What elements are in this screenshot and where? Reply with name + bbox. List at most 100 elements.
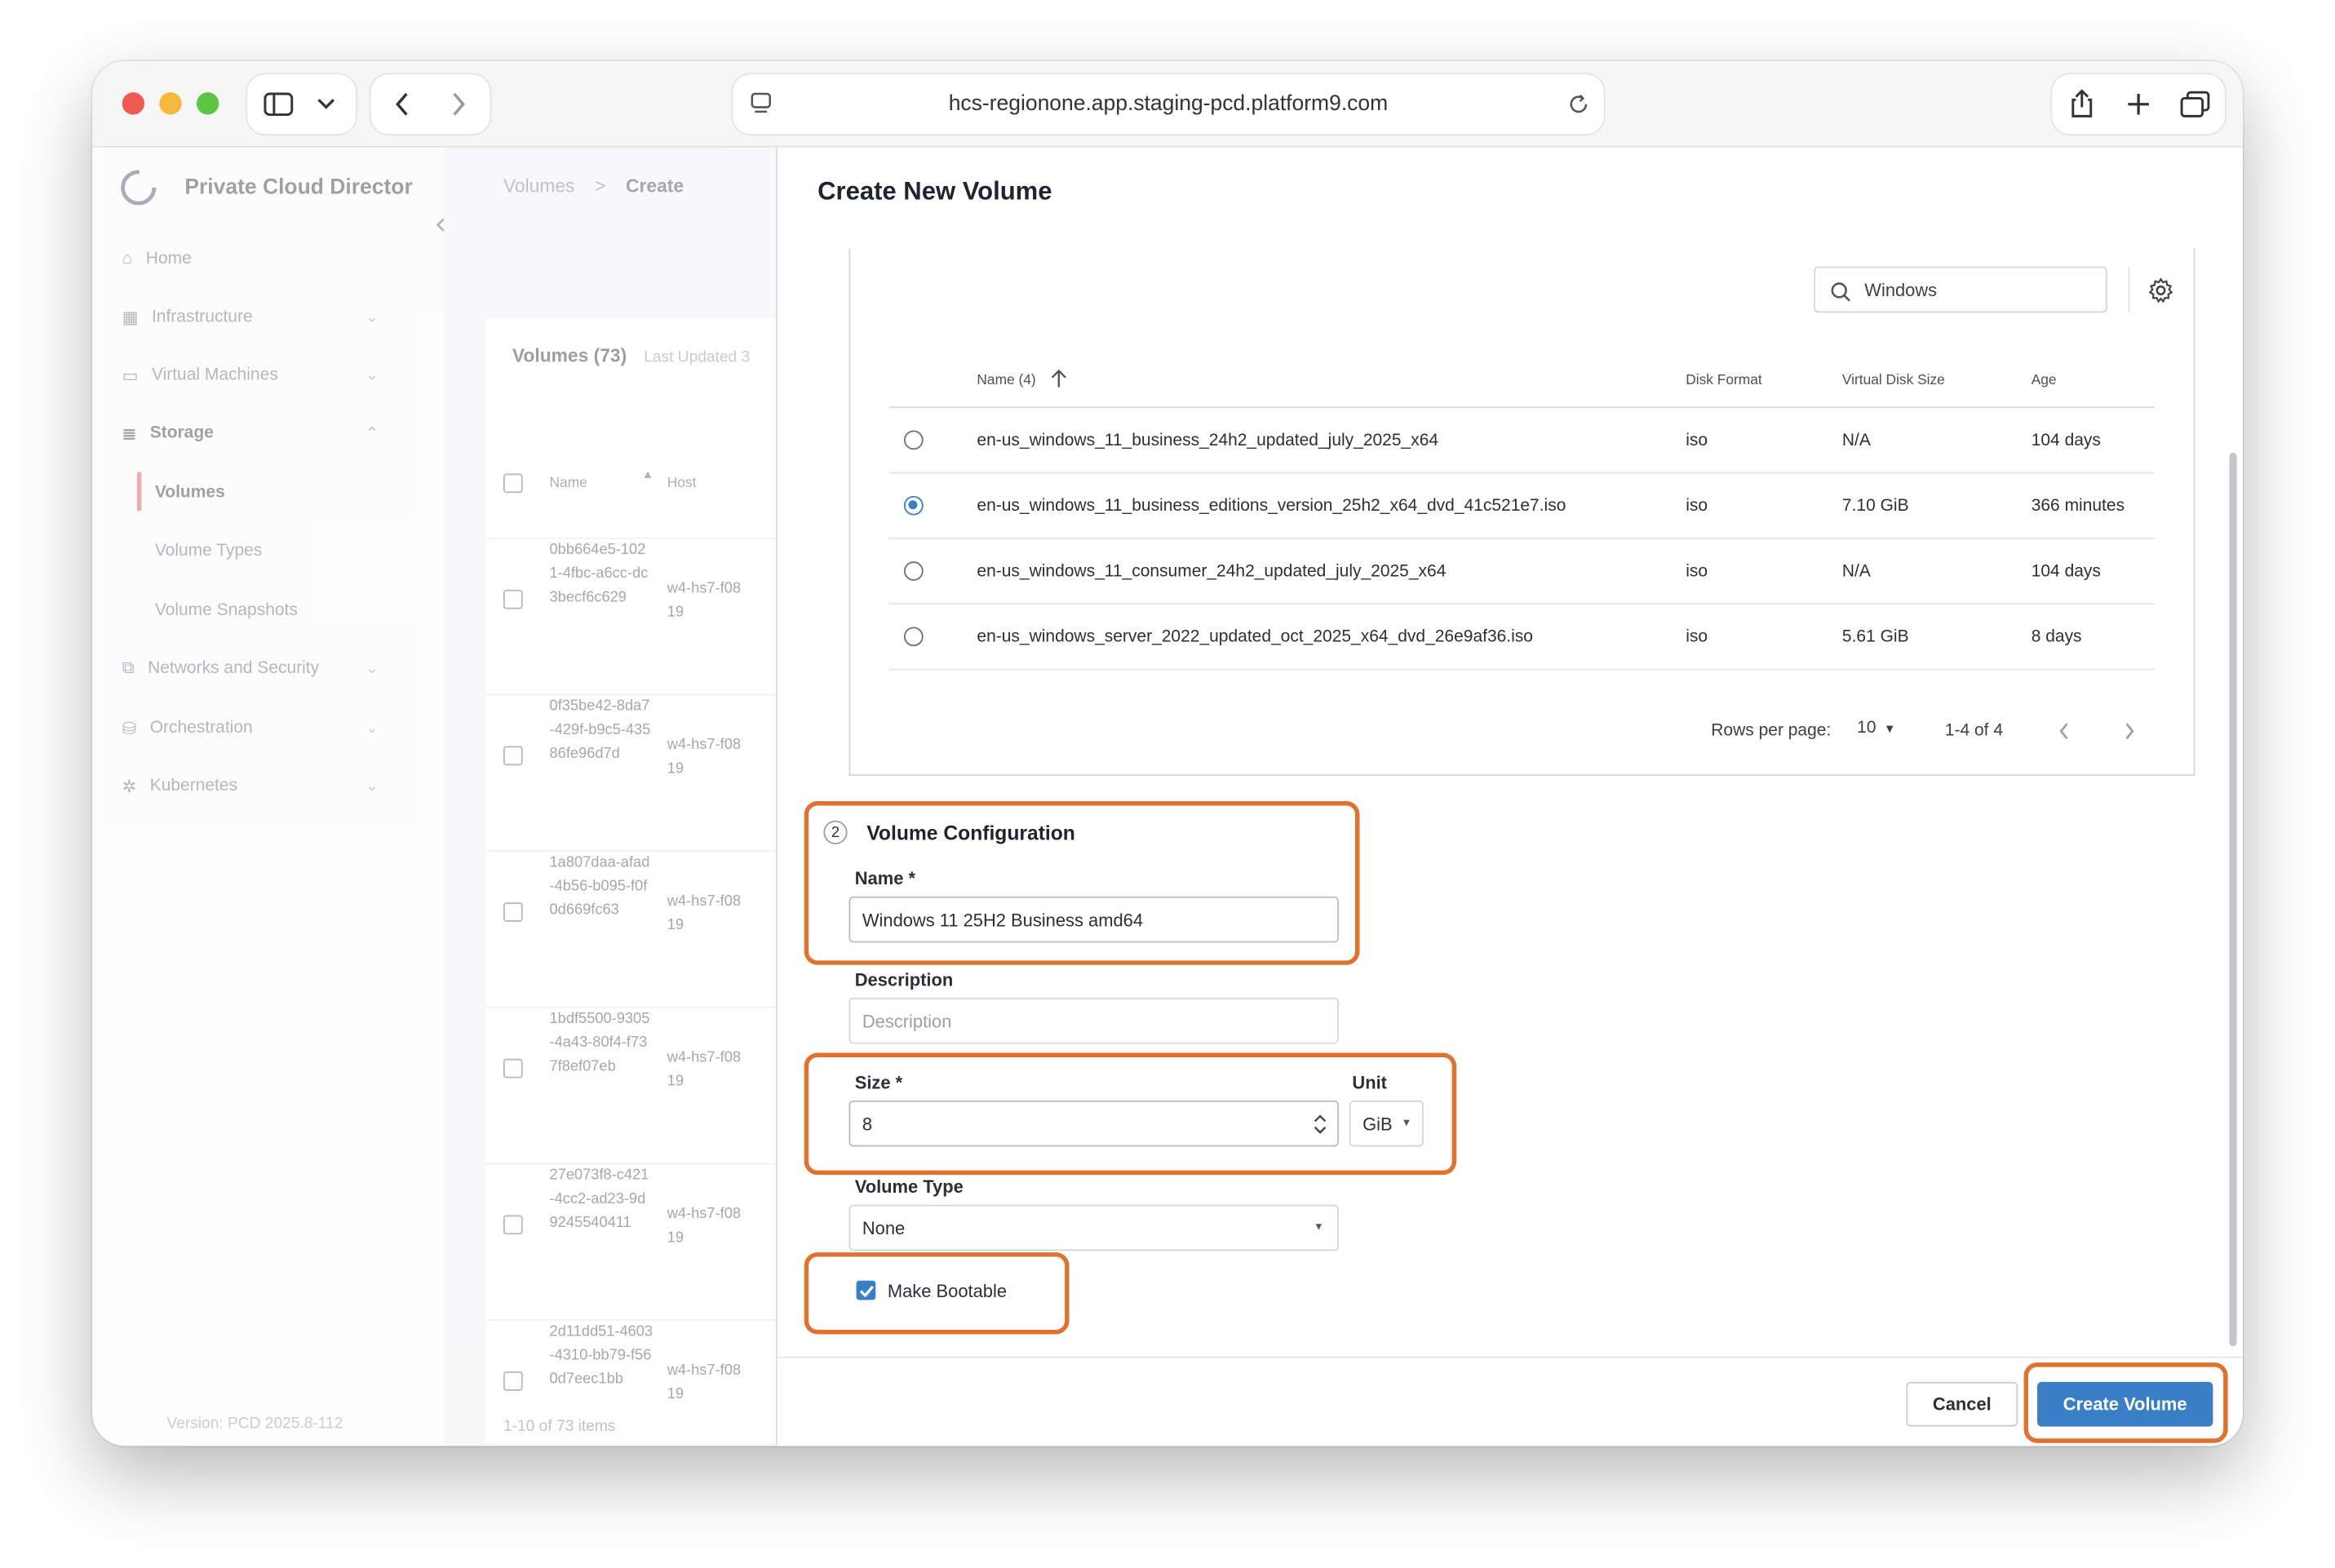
row-checkbox[interactable] xyxy=(503,1058,523,1079)
sidebar-item-kubernetes[interactable]: ✲ Kubernetes ⌄ xyxy=(122,772,414,802)
row-radio[interactable] xyxy=(903,495,924,516)
row-name[interactable]: 27e073f8-c421-4cc2-ad23-9d9245540411 xyxy=(550,1164,654,1236)
page-menu-icon[interactable] xyxy=(747,91,774,117)
row-checkbox[interactable] xyxy=(503,902,523,922)
bg-table-row[interactable]: 0f35be42-8da7-429f-b9c5-43586fe96d7d w4-h… xyxy=(485,693,784,849)
next-page-icon[interactable] xyxy=(2119,720,2140,743)
disk-format: iso xyxy=(1686,628,1708,647)
sort-asc-icon: ▲ xyxy=(641,467,654,481)
description-input[interactable]: Description xyxy=(848,997,1339,1044)
col-virtual-disk-size-header[interactable]: Virtual Disk Size xyxy=(1842,372,1945,388)
chevron-down-icon: ⌄ xyxy=(366,660,379,677)
table-row[interactable]: en-us_windows_11_business_editions_versi… xyxy=(888,473,2156,539)
cancel-button[interactable]: Cancel xyxy=(1906,1381,2018,1427)
row-name[interactable]: 0f35be42-8da7-429f-b9c5-43586fe96d7d xyxy=(550,695,654,767)
browser-window: hcs-regionone.app.staging-pcd.platform9.… xyxy=(92,60,2243,1446)
back-icon[interactable] xyxy=(388,91,415,117)
row-checkbox[interactable] xyxy=(503,1371,523,1391)
sidebar-toggle-button[interactable] xyxy=(246,74,357,135)
row-checkbox[interactable] xyxy=(503,589,523,609)
search-icon xyxy=(1828,280,1850,302)
row-host: w4-hs7-f0819 xyxy=(667,1049,742,1091)
sidebar-item-networks[interactable]: ⧉ Networks and Security ⌄ xyxy=(122,653,414,684)
row-host: w4-hs7-f0819 xyxy=(667,1206,742,1247)
row-name[interactable]: 2d11dd51-4603-4310-bb79-f560d7eec1bb xyxy=(550,1321,654,1393)
new-tab-icon[interactable] xyxy=(2122,88,2155,121)
sidebar-item-label: Infrastructure xyxy=(151,308,253,326)
row-name[interactable]: 1bdf5500-9305-4a43-80f4-f737f8ef07eb xyxy=(550,1008,654,1080)
nav-buttons xyxy=(370,74,490,135)
highlight-bootable xyxy=(804,1252,1070,1335)
row-checkbox[interactable] xyxy=(503,1215,523,1235)
col-name[interactable]: Name xyxy=(550,475,587,491)
row-radio[interactable] xyxy=(903,430,924,450)
sidebar-item-virtual-machines[interactable]: ▭ Virtual Machines ⌄ xyxy=(122,361,414,391)
description-label: Description xyxy=(854,969,954,990)
col-disk-format-header[interactable]: Disk Format xyxy=(1686,372,1761,388)
panel-title: Create New Volume xyxy=(817,177,1052,206)
sidebar-item-volume-snapshots[interactable]: Volume Snapshots xyxy=(155,596,298,626)
sidebar-item-infrastructure[interactable]: ▦ Infrastructure ⌄ xyxy=(122,303,414,333)
sidebar-item-storage[interactable]: ≣ Storage ⌃ xyxy=(122,419,414,449)
brand-name: Private Cloud Director xyxy=(184,175,413,200)
zoom-window-button[interactable] xyxy=(196,92,219,115)
gear-icon[interactable] xyxy=(2146,276,2176,306)
volume-type-select[interactable]: None ▼ xyxy=(848,1204,1339,1251)
table-row[interactable]: en-us_windows_11_consumer_24h2_updated_j… xyxy=(888,539,2156,605)
image-name: en-us_windows_11_consumer_24h2_updated_j… xyxy=(977,562,1447,581)
minimize-window-button[interactable] xyxy=(159,92,182,115)
version-text: Version: PCD 2025.8-112 xyxy=(166,1415,343,1433)
sidebar-item-orchestration[interactable]: ⛁ Orchestration ⌄ xyxy=(122,713,414,743)
bg-table-row[interactable]: 1a807daa-afad-4b56-b095-f0f0d669fc63 w4-h… xyxy=(485,850,784,1005)
panel-footer: Cancel Create Volume xyxy=(777,1356,2243,1446)
row-radio[interactable] xyxy=(903,561,924,581)
row-checkbox[interactable] xyxy=(503,746,523,766)
address-bar[interactable]: hcs-regionone.app.staging-pcd.platform9.… xyxy=(733,74,1604,135)
col-host[interactable]: Host xyxy=(667,475,697,491)
reload-icon[interactable] xyxy=(1565,91,1592,117)
highlight-size xyxy=(804,1052,1457,1176)
close-window-button[interactable] xyxy=(122,92,145,115)
search-value: Windows xyxy=(1864,279,1938,300)
row-name[interactable]: 0bb664e5-1021-4fbc-a6cc-dc3becf6c629 xyxy=(550,539,654,611)
image-name: en-us_windows_11_business_editions_versi… xyxy=(977,497,1566,516)
virtual-disk-size: 5.61 GiB xyxy=(1841,628,1909,647)
forward-icon[interactable] xyxy=(445,91,472,117)
sidebar-item-home[interactable]: ⌂ Home xyxy=(122,244,192,274)
table-row[interactable]: en-us_windows_server_2022_updated_oct_20… xyxy=(888,605,2156,671)
rows-per-page-select[interactable]: 10 ▼ xyxy=(1857,720,1895,737)
breadcrumb-create: Create xyxy=(626,175,685,197)
table-row[interactable]: en-us_windows_11_business_24h2_updated_j… xyxy=(888,408,2156,474)
breadcrumb-volumes[interactable]: Volumes xyxy=(503,175,575,197)
chevron-down-icon xyxy=(316,95,337,113)
chevron-down-icon: ⌄ xyxy=(366,720,379,737)
bg-table-row[interactable]: 27e073f8-c421-4cc2-ad23-9d9245540411 w4-h… xyxy=(485,1163,784,1318)
sort-arrow-up-icon[interactable] xyxy=(1048,368,1070,389)
image-name: en-us_windows_11_business_24h2_updated_j… xyxy=(977,432,1439,450)
sidebar-item-volume-types[interactable]: Volume Types xyxy=(155,536,262,566)
scrollbar[interactable] xyxy=(2229,452,2237,1347)
disk-format: iso xyxy=(1686,562,1708,581)
virtual-disk-size: 7.10 GiB xyxy=(1841,497,1909,516)
col-name-header[interactable]: Name (4) xyxy=(977,372,1035,388)
search-input[interactable]: Windows xyxy=(1814,266,2107,313)
last-updated: Last Updated 3 xyxy=(644,348,751,367)
row-name[interactable]: 1a807daa-afad-4b56-b095-f0f0d669fc63 xyxy=(550,852,654,924)
row-host: w4-hs7-f0819 xyxy=(667,893,742,934)
virtual-disk-size: N/A xyxy=(1841,562,1871,581)
bg-table-row[interactable]: 0bb664e5-1021-4fbc-a6cc-dc3becf6c629 w4-h… xyxy=(485,537,784,693)
kubernetes-icon: ✲ xyxy=(122,778,137,797)
volumes-count: Volumes (73) xyxy=(512,345,627,367)
tab-overview-icon[interactable] xyxy=(2178,88,2211,121)
share-icon[interactable] xyxy=(2066,88,2098,121)
row-radio[interactable] xyxy=(903,627,924,647)
prev-page-icon[interactable] xyxy=(2054,720,2075,743)
bg-table-row[interactable]: 1bdf5500-9305-4a43-80f4-f737f8ef07eb w4-h… xyxy=(485,1006,784,1162)
browser-actions xyxy=(2052,74,2225,135)
chevron-down-icon: ⌄ xyxy=(366,366,379,384)
col-age-header[interactable]: Age xyxy=(2031,372,2057,388)
brand-logo-icon xyxy=(119,168,157,206)
bg-pager: 1-10 of 73 items xyxy=(503,1417,616,1436)
sidebar-item-volumes[interactable]: Volumes xyxy=(155,478,225,508)
select-all-checkbox[interactable] xyxy=(503,473,523,494)
